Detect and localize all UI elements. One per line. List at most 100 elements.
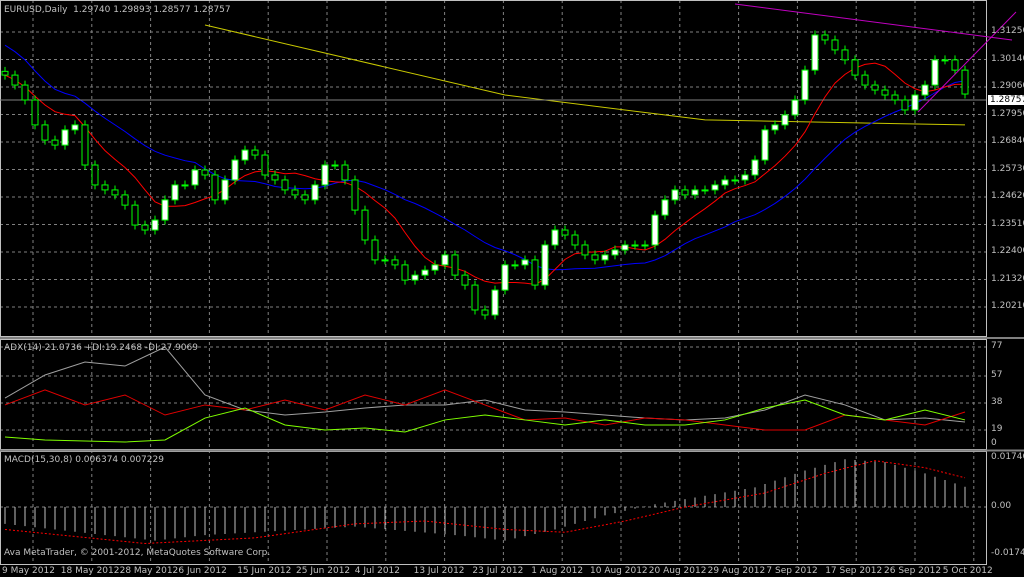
plus-di-line (4, 399, 966, 443)
macd-axis-label: 0.00 (991, 501, 1012, 511)
date-label: 5 Oct 2012 (942, 566, 993, 576)
candle-bull (701, 189, 709, 192)
candle-bull (671, 189, 679, 201)
ma-long-line (204, 24, 966, 126)
candle-bull (621, 244, 629, 251)
date-label: 15 Jun 2012 (237, 566, 292, 576)
candle-bull (501, 264, 509, 291)
candle-bear (961, 69, 969, 95)
trendline-resistance[interactable] (734, 3, 1013, 41)
candle-bear (11, 74, 19, 86)
candle-bear (831, 39, 839, 51)
date-label: 13 Jul 2012 (413, 566, 465, 576)
candle-bull (741, 174, 749, 181)
candle-bear (301, 194, 309, 201)
ma-slow-line (4, 44, 966, 271)
date-label: 29 Aug 2012 (707, 566, 766, 576)
moving-average-long (204, 24, 966, 126)
candle-bear (211, 174, 219, 201)
candle-bear (51, 139, 59, 146)
candle-bear (1, 70, 9, 76)
candle-bear (141, 224, 149, 231)
candle-bull (241, 149, 249, 161)
candles (1, 30, 969, 320)
adx-axis-label: 38 (991, 397, 1003, 407)
candle-bear (81, 124, 89, 166)
moving-average-slow (4, 44, 966, 271)
macd-label: MACD(15,30,8) 0.006374 0.007229 (4, 455, 164, 465)
candle-bull (721, 179, 729, 186)
candle-bear (681, 189, 689, 196)
open-value: 1.29740 (73, 5, 111, 15)
macd-axis-label: 0.01746 (991, 452, 1024, 462)
candle-bull (771, 124, 779, 131)
candle-bear (591, 254, 599, 261)
price-axis-label: 1.25730 (991, 163, 1024, 174)
macd-axis-label: -0.01741 (991, 548, 1024, 558)
candle-bull (911, 94, 919, 111)
candle-bear (201, 169, 209, 176)
candle-bull (71, 124, 79, 131)
candle-bear (351, 179, 359, 211)
candle-bear (881, 89, 889, 96)
candle-bear (391, 259, 399, 266)
candle-bear (361, 209, 369, 241)
copyright-text: Ava MetaTrader, © 2001-2012, MetaQuotes … (4, 548, 271, 558)
candle-bull (921, 84, 929, 96)
minus-di-line (4, 389, 966, 431)
candle-bear (471, 284, 479, 311)
candle-bull (521, 259, 529, 266)
candle-bull (781, 114, 789, 126)
adx-axis-label: 0 (991, 438, 997, 448)
candle-bull (411, 274, 419, 281)
candle-bear (21, 84, 29, 101)
price-axis-label: 1.20210 (991, 301, 1024, 311)
date-label: 25 Jun 2012 (296, 566, 351, 576)
candle-bear (951, 59, 959, 71)
candle-bull (751, 159, 759, 176)
candle-bull (191, 169, 199, 186)
low-value: 1.28577 (153, 5, 191, 15)
date-label: 6 Jun 2012 (178, 566, 227, 576)
date-label: 18 May 2012 (60, 566, 120, 576)
price-axis-label: 1.30140 (991, 53, 1024, 64)
candle-bull (381, 259, 389, 262)
price-axis-label: 1.22400 (991, 246, 1024, 256)
price-chart[interactable] (0, 0, 1024, 577)
candle-bear (121, 194, 129, 206)
chart-header: EURUSD,Daily 1.29740 1.29893 1.28577 1.2… (4, 5, 231, 15)
candle-bull (931, 59, 939, 86)
adx-axis-label: 19 (991, 424, 1003, 434)
candle-bear (571, 234, 579, 246)
adx-line (4, 346, 966, 423)
date-label: 28 May 2012 (119, 566, 179, 576)
price-axis-label: 1.29060 (991, 81, 1024, 91)
date-label: 1 Aug 2012 (531, 566, 584, 576)
date-label: 10 Aug 2012 (590, 566, 648, 576)
candle-bull (491, 289, 499, 316)
candle-bear (261, 154, 269, 176)
candle-bear (531, 259, 539, 286)
candle-bear (31, 99, 39, 126)
price-axis-label: 1.24620 (991, 191, 1024, 201)
candle-bull (541, 244, 549, 286)
candle-bear (891, 94, 899, 101)
candle-bull (511, 264, 519, 267)
adx-indicator (4, 346, 966, 443)
candle-bear (821, 34, 829, 41)
date-label: 9 May 2012 (2, 566, 55, 576)
close-value: 1.28757 (193, 5, 231, 15)
candle-bear (871, 84, 879, 91)
candle-bear (251, 149, 259, 156)
candle-bull (761, 129, 769, 161)
adx-axis-label: 57 (991, 370, 1003, 380)
adx-axis-label: 77 (991, 341, 1003, 351)
moving-average-fast (4, 62, 966, 285)
candle-bear (561, 229, 569, 236)
candle-bull (811, 34, 819, 71)
date-label: 7 Sep 2012 (766, 566, 818, 576)
candle-bull (221, 179, 229, 201)
candle-bear (291, 189, 299, 196)
candle-bear (861, 74, 869, 86)
candle-bull (731, 179, 739, 182)
